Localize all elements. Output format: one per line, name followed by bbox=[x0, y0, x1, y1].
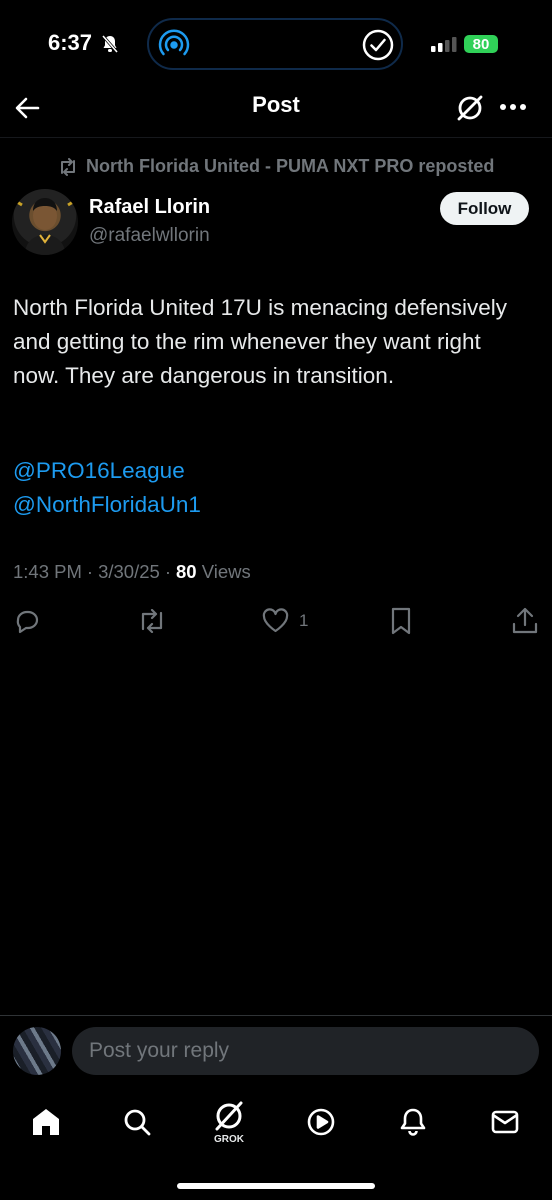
tab-search[interactable] bbox=[107, 1092, 167, 1152]
post-actions: 1 bbox=[0, 604, 552, 640]
notifications-icon bbox=[397, 1106, 429, 1138]
bookmark-icon bbox=[389, 607, 413, 635]
separator-dot: · bbox=[86, 561, 94, 582]
home-indicator bbox=[177, 1183, 375, 1189]
reply-button[interactable] bbox=[14, 608, 40, 634]
repost-context[interactable]: North Florida United - PUMA NXT PRO repo… bbox=[58, 156, 494, 177]
repost-button[interactable] bbox=[137, 609, 167, 633]
repost-text: North Florida United - PUMA NXT PRO repo… bbox=[86, 156, 495, 176]
bookmark-button[interactable] bbox=[389, 607, 413, 635]
tab-notifications[interactable] bbox=[383, 1092, 443, 1152]
like-count: 1 bbox=[299, 610, 309, 630]
share-button[interactable] bbox=[512, 606, 538, 634]
more-icon[interactable] bbox=[499, 103, 527, 111]
views-label: Views bbox=[201, 561, 251, 582]
checkmark-circle-icon bbox=[361, 28, 395, 62]
search-icon bbox=[121, 1106, 153, 1138]
grok-icon[interactable] bbox=[454, 92, 486, 124]
like-icon bbox=[262, 608, 289, 633]
post-meta: 1:43 PM · 3/30/25 · 80 Views bbox=[13, 561, 251, 583]
avatar[interactable] bbox=[12, 189, 78, 255]
header-divider bbox=[0, 137, 552, 138]
follow-button[interactable]: Follow bbox=[440, 192, 529, 225]
bell-slash-icon bbox=[100, 34, 120, 54]
mention-link[interactable]: @NorthFloridaUn1 bbox=[13, 492, 201, 518]
status-time: 6:37 bbox=[48, 30, 93, 55]
messages-icon bbox=[489, 1106, 521, 1138]
views[interactable]: 80 Views bbox=[176, 561, 251, 583]
repost-icon bbox=[58, 157, 78, 176]
views-count: 80 bbox=[175, 561, 197, 582]
author-name[interactable]: Rafael Llorin bbox=[89, 196, 210, 219]
tab-video[interactable] bbox=[291, 1092, 351, 1152]
mention-link[interactable]: @PRO16League bbox=[13, 458, 185, 484]
grok-icon bbox=[211, 1099, 247, 1133]
tab-home[interactable] bbox=[16, 1092, 76, 1152]
battery-indicator: 80 bbox=[464, 35, 498, 53]
reply-input[interactable] bbox=[72, 1027, 539, 1075]
bottom-tab-bar: GROK bbox=[0, 1092, 552, 1152]
separator-dot: · bbox=[164, 561, 171, 582]
share-icon bbox=[512, 606, 538, 634]
like-button[interactable]: 1 bbox=[262, 608, 308, 633]
grok-label: GROK bbox=[214, 1134, 244, 1145]
home-icon bbox=[30, 1106, 62, 1138]
reply-icon bbox=[14, 608, 40, 634]
reply-divider bbox=[0, 1015, 552, 1016]
avatar[interactable] bbox=[13, 1027, 61, 1075]
airdrop-icon bbox=[157, 28, 191, 62]
post-text: North Florida United 17U is menacing def… bbox=[13, 295, 507, 388]
tab-messages[interactable] bbox=[475, 1092, 535, 1152]
signal-icon bbox=[431, 36, 459, 52]
post-date: 3/30/25 bbox=[98, 561, 160, 582]
repost-icon bbox=[137, 609, 167, 633]
tab-grok[interactable]: GROK bbox=[199, 1092, 259, 1152]
video-icon bbox=[305, 1106, 337, 1138]
post-time: 1:43 PM bbox=[13, 561, 82, 582]
author-handle[interactable]: @rafaelwllorin bbox=[89, 225, 210, 247]
